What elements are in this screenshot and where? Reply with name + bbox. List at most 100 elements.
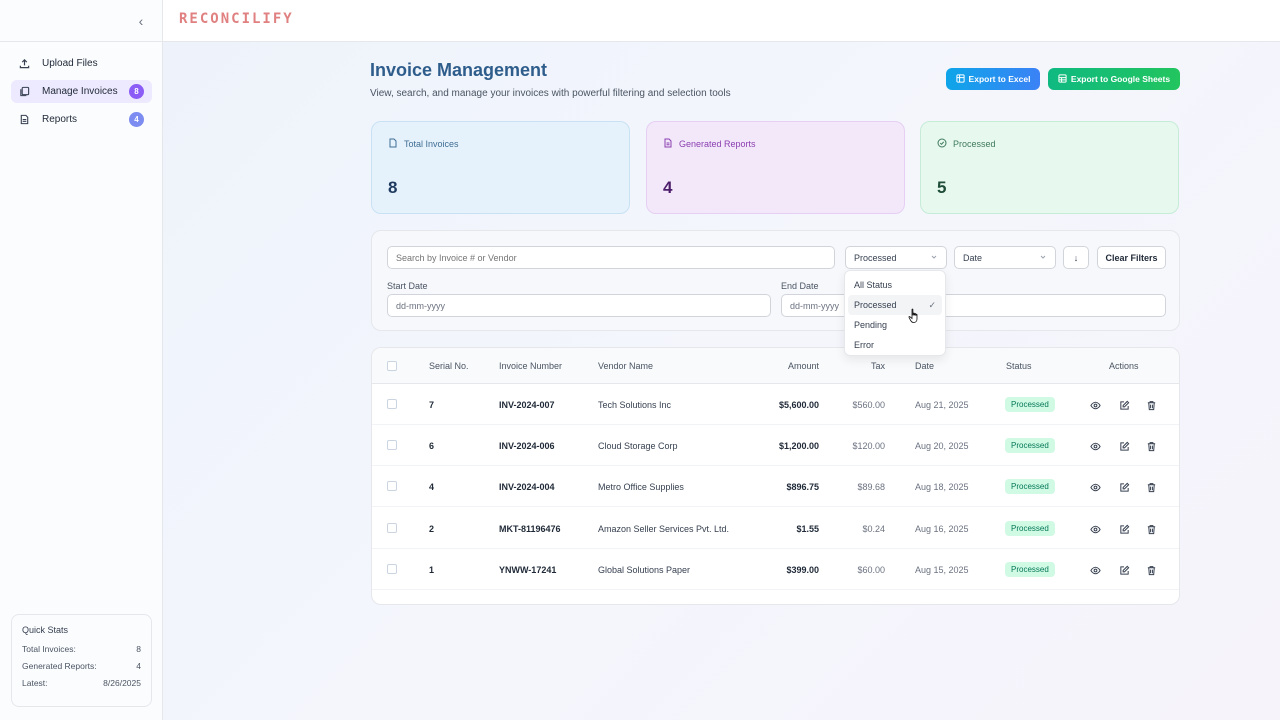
view-icon[interactable] <box>1090 522 1102 534</box>
date-cell: Aug 16, 2025 <box>915 523 969 534</box>
vendor-cell: Global Solutions Paper <box>598 564 691 575</box>
document-icon <box>388 138 398 150</box>
delete-icon[interactable] <box>1146 439 1158 452</box>
stat-card-label: Processed <box>953 139 996 149</box>
spreadsheet-icon <box>955 73 965 85</box>
stat-card-label: Generated Reports <box>679 139 756 149</box>
status-badge: Processed <box>1005 479 1055 495</box>
file-icon <box>19 114 31 126</box>
view-icon[interactable] <box>1090 398 1102 410</box>
sidebar-item-manage-invoices[interactable]: Manage Invoices 8 <box>11 80 152 103</box>
serial-cell: 6 <box>429 441 435 452</box>
status-option-label: Processed <box>854 300 897 310</box>
serial-cell: 1 <box>429 564 435 575</box>
amount-cell: $5,600.00 <box>778 400 819 410</box>
search-input[interactable] <box>387 246 835 269</box>
sort-field-select[interactable]: Date <box>954 246 1056 269</box>
report-icon <box>663 138 673 150</box>
chevron-down-icon <box>1039 253 1047 263</box>
quick-stat-row: Latest: 8/26/2025 <box>22 678 141 688</box>
edit-icon[interactable] <box>1119 480 1131 493</box>
column-header[interactable]: Tax <box>835 361 885 371</box>
stat-card-generated-reports: Generated Reports 4 <box>646 121 905 214</box>
delete-icon[interactable] <box>1146 480 1158 493</box>
column-header[interactable]: Amount <box>759 361 819 371</box>
copy-icon <box>19 86 31 98</box>
status-select[interactable]: Processed <box>845 246 947 269</box>
collapse-sidebar-icon[interactable]: ‹ <box>132 12 150 30</box>
edit-icon[interactable] <box>1119 563 1131 575</box>
quick-stat-value: 8 <box>136 644 141 654</box>
quick-stat-label: Generated Reports: <box>22 661 97 671</box>
quick-stat-value: 8/26/2025 <box>103 678 141 688</box>
view-icon[interactable] <box>1090 439 1102 451</box>
amount-cell: $1,200.00 <box>778 441 819 452</box>
vendor-cell: Tech Solutions Inc <box>598 400 672 410</box>
sidebar-divider <box>0 41 163 42</box>
view-icon[interactable] <box>1090 480 1102 492</box>
tax-cell: $89.68 <box>857 482 885 493</box>
stat-card-title: Generated Reports <box>663 138 888 150</box>
column-header[interactable]: Vendor Name <box>598 361 653 371</box>
export-google-sheets-button[interactable]: Export to Google Sheets <box>1048 68 1180 90</box>
check-icon: ✓ <box>928 299 936 310</box>
export-excel-button[interactable]: Export to Excel <box>946 68 1040 90</box>
invoice-number-cell: INV-2024-004 <box>499 482 555 493</box>
row-checkbox[interactable] <box>387 522 397 533</box>
status-badge: Processed <box>1005 397 1055 412</box>
clear-filters-button[interactable]: Clear Filters <box>1097 246 1166 269</box>
table-row[interactable]: 7 INV-2024-007 Tech Solutions Inc $5,600.00… <box>372 384 1179 425</box>
start-date-label: Start Date <box>387 281 428 291</box>
sidebar-badge: 8 <box>129 84 144 99</box>
stat-card-value: 4 <box>663 178 673 197</box>
status-option-processed[interactable]: Processed ✓ <box>848 295 942 315</box>
date-cell: Aug 21, 2025 <box>915 400 969 410</box>
amount-cell: $399.00 <box>786 564 819 575</box>
sort-direction-button[interactable]: ↓ <box>1063 246 1089 269</box>
edit-icon[interactable] <box>1119 522 1131 534</box>
quick-stat-label: Total Invoices: <box>22 644 76 654</box>
stat-card-total-invoices: Total Invoices 8 <box>371 121 630 214</box>
sidebar: ‹ Upload Files Manage Invoices 8 Reports… <box>0 0 163 720</box>
delete-icon[interactable] <box>1146 563 1158 575</box>
stat-card-value: 8 <box>388 178 398 197</box>
select-all-checkbox[interactable] <box>387 361 397 371</box>
status-option-pending[interactable]: Pending <box>848 315 942 335</box>
delete-icon[interactable] <box>1146 398 1158 411</box>
top-bar: RECONCILIFY <box>163 0 1280 42</box>
table-row[interactable]: 6 INV-2024-006 Cloud Storage Corp $1,200.00… <box>372 425 1179 467</box>
quick-stats-title: Quick Stats <box>22 625 69 635</box>
stat-card-processed: Processed 5 <box>920 121 1179 214</box>
end-date-input[interactable]: dd-mm-yyyy <box>781 294 1166 317</box>
table-row[interactable]: 1 YNWW-17241 Global Solutions Paper $399.00… <box>372 549 1179 590</box>
status-badge: Processed <box>1005 438 1055 454</box>
sidebar-item-label: Reports <box>42 114 78 125</box>
table-row[interactable]: 2 MKT-81196476 Amazon Seller Services Pvt.… <box>372 508 1179 549</box>
status-option-label: Error <box>854 340 874 350</box>
status-select-value: Processed <box>854 252 897 263</box>
app-logo[interactable]: RECONCILIFY <box>179 11 294 27</box>
row-checkbox[interactable] <box>387 481 397 492</box>
sidebar-badge: 4 <box>129 112 144 127</box>
edit-icon[interactable] <box>1119 398 1131 410</box>
column-header[interactable]: Serial No. <box>429 361 469 371</box>
delete-icon[interactable] <box>1146 522 1158 534</box>
quick-stats-panel: Quick Stats Total Invoices: 8 Generated … <box>11 614 152 707</box>
edit-icon[interactable] <box>1119 439 1131 451</box>
status-option-all[interactable]: All Status <box>848 275 942 295</box>
start-date-input[interactable]: dd-mm-yyyy <box>387 294 771 317</box>
quick-stat-row: Generated Reports: 4 <box>22 661 141 671</box>
column-header[interactable]: Invoice Number <box>499 361 562 371</box>
status-option-error[interactable]: Error <box>848 335 942 355</box>
sidebar-item-label: Manage Invoices <box>42 86 118 97</box>
column-header[interactable]: Date <box>915 361 934 371</box>
table-row[interactable]: 4 INV-2024-004 Metro Office Supplies $896.7… <box>372 466 1179 508</box>
row-checkbox[interactable] <box>387 399 397 409</box>
row-checkbox[interactable] <box>387 563 397 574</box>
sidebar-item-reports[interactable]: Reports 4 <box>11 108 152 131</box>
filter-panel: Processed Date ↓ Clear Filters Start Dat… <box>371 230 1180 331</box>
column-header[interactable]: Status <box>1006 361 1032 371</box>
sidebar-item-upload-files[interactable]: Upload Files <box>11 52 152 75</box>
row-checkbox[interactable] <box>387 440 397 451</box>
view-icon[interactable] <box>1090 563 1102 575</box>
